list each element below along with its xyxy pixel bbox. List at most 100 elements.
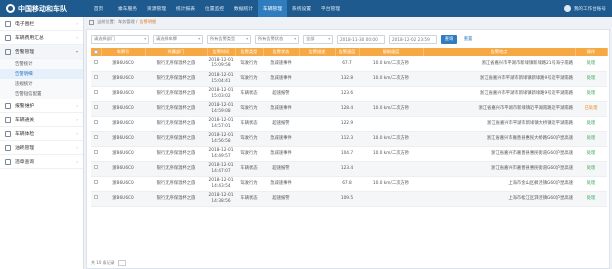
table-cell: 上海市金山区枫泾镇G60沪昆高速 [423, 176, 575, 192]
row-checkbox-cell [91, 131, 101, 147]
process-link[interactable]: 处理 [575, 176, 607, 192]
sidebar-item[interactable]: 报警维护 › [0, 99, 83, 113]
table-row[interactable]: 浙B6U6C0 银行无序保温杯之旅 2018-12-01 15:03:02 车辆状态超… [91, 86, 607, 102]
end-time-input[interactable]: 2018-12-02 23:59 [389, 34, 437, 44]
row-checkbox[interactable] [94, 165, 98, 170]
nav-item[interactable]: 平台管理 [316, 0, 345, 17]
table-row[interactable]: 浙B6U6C0 银行无序保温杯之旅 2018-12-01 14:59:08 驾驶行为急… [91, 101, 607, 117]
row-checkbox[interactable] [94, 150, 98, 155]
sidebar-item[interactable]: 车辆通关 › [0, 113, 83, 127]
menu-icon [5, 20, 11, 27]
table-cell: 急减速事件 [263, 176, 299, 192]
breadcrumb-current[interactable]: 告警明细 [139, 19, 156, 25]
sidebar-item[interactable]: 车辆体检 › [0, 127, 83, 141]
sidebar-subitem[interactable]: 告警短信配置 [0, 89, 83, 99]
table-cell: 2018-12-01 14:59:08 [207, 101, 235, 117]
table-cell: 10.0 km/二次方秒 [359, 146, 423, 162]
menu-icon [5, 116, 11, 123]
nav-item[interactable]: 位置监控 [200, 0, 229, 17]
table-cell: 2018-12-01 15:03:02 [207, 86, 235, 102]
sidebar-item[interactable]: 油耗管理 › [0, 141, 83, 155]
sidebar-item[interactable]: 告警管理 ▾ [0, 45, 83, 59]
row-checkbox[interactable] [94, 195, 98, 200]
nav-item[interactable]: 首页 [84, 0, 113, 17]
table-cell: 浙B6U6C0 [101, 131, 145, 147]
chevron-down-icon: ▾ [144, 37, 146, 41]
filter-bar: 请选择部门 ▾ 请选择车牌 ▾ 所有告警类型 ▾ 所有告警状态 ▾ 全部 ▾ 2018-1… [87, 30, 609, 48]
table-cell [299, 86, 335, 102]
nav-item[interactable]: 系统设置 [287, 0, 316, 17]
chevron-down-icon: ▾ [294, 37, 296, 41]
table-row[interactable]: 浙B6U6C0 银行无序保温杯之旅 2018-12-01 15:09:58 驾驶行为急… [91, 56, 607, 72]
alarm-state-select[interactable]: 所有告警状态 ▾ [255, 34, 299, 44]
table-row[interactable]: 浙B6U6C0 银行无序保温杯之旅 2018-12-01 14:49:57 驾驶行为急… [91, 146, 607, 162]
row-checkbox[interactable] [94, 105, 98, 110]
table-cell: 超速报警 [263, 191, 299, 207]
brand[interactable]: 中国移动和车队 [0, 0, 84, 17]
table-row[interactable]: 浙B6U6C0 银行无序保温杯之旅 2018-12-01 15:04:41 驾驶行为急… [91, 71, 607, 87]
process-link[interactable]: 处理 [575, 191, 607, 207]
row-checkbox[interactable] [94, 60, 98, 65]
table-cell [359, 191, 423, 207]
nav-item[interactable]: 统计报表 [171, 0, 200, 17]
sidebar-subitem[interactable]: 告警明细 [0, 69, 83, 79]
process-link[interactable]: 已处理 [575, 101, 607, 117]
row-checkbox-cell [91, 71, 101, 87]
table-cell: 浙B6U6C0 [101, 161, 145, 177]
row-checkbox-cell [91, 191, 101, 207]
table-cell: 67.7 [335, 56, 359, 72]
table-cell: 上海市松江区泗泾镇G60沪昆高速 [423, 191, 575, 207]
select-all-checkbox[interactable] [93, 49, 98, 54]
nav-item[interactable]: 乘车服务 [113, 0, 142, 17]
chevron-right-icon: › [76, 21, 78, 26]
sidebar-item[interactable]: 车辆费用汇总 › [0, 31, 83, 45]
table-row[interactable]: 浙B6U6C0 银行无序保温杯之旅 2018-12-01 14:57:01 车辆状态超… [91, 116, 607, 132]
table-row[interactable]: 浙B6U6C0 银行无序保温杯之旅 2018-12-01 14:43:54 驾驶行为急… [91, 176, 607, 192]
user-menu[interactable]: 我的工作台账号 [563, 0, 606, 17]
nav-item[interactable]: 数据统计 [229, 0, 258, 17]
row-checkbox[interactable] [94, 120, 98, 125]
process-link[interactable]: 处理 [575, 116, 607, 132]
search-button[interactable]: 查询 [441, 34, 457, 44]
table-cell: 急减速事件 [263, 131, 299, 147]
table-cell: 超速报警 [263, 86, 299, 102]
chevron-down-icon: ▾ [75, 49, 78, 54]
table-row[interactable]: 浙B6U6C0 银行无序保温杯之旅 2018-12-01 14:47:07 车辆状态超… [91, 161, 607, 177]
alarm-type-select[interactable]: 所有告警类型 ▾ [207, 34, 251, 44]
process-link[interactable]: 处理 [575, 161, 607, 177]
row-checkbox[interactable] [94, 135, 98, 140]
process-link[interactable]: 处理 [575, 131, 607, 147]
sidebar-item[interactable]: 违章查询 › [0, 155, 83, 169]
process-link[interactable]: 处理 [575, 86, 607, 102]
start-time-input[interactable]: 2018-11-30 00:00 [337, 34, 385, 44]
row-checkbox[interactable] [94, 75, 98, 80]
plate-select[interactable]: 请选择车牌 ▾ [153, 34, 203, 44]
nav-item[interactable]: 车辆管理 [258, 0, 287, 17]
table-cell: 104.7 [335, 146, 359, 162]
process-link[interactable]: 处理 [575, 56, 607, 72]
user-avatar-icon [563, 5, 571, 12]
process-link[interactable]: 处理 [575, 146, 607, 162]
table-cell [299, 71, 335, 87]
nav-item[interactable]: 资源管理 [142, 0, 171, 17]
table-row[interactable]: 浙B6U6C0 银行无序保温杯之旅 2018-12-01 14:56:58 驾驶行为急… [91, 131, 607, 147]
table-cell: 车辆状态 [235, 86, 263, 102]
page-size-select[interactable] [117, 260, 126, 266]
dept-select[interactable]: 请选择部门 ▾ [91, 34, 149, 44]
all-select[interactable]: 全部 ▾ [303, 34, 333, 44]
sidebar-subitem[interactable]: 告警统计 [0, 59, 83, 69]
sidebar-item-label: 车辆体检 [15, 132, 35, 137]
table-row[interactable]: 浙B6U6C0 银行无序保温杯之旅 2018-12-01 14:38:56 车辆状态超… [91, 191, 607, 207]
sidebar: 电子围栏 › 车辆费用汇总 › 告警管理 ▾ 告警统计 告警明细 违规统计 告警短信配置 报警维护 ›… [0, 17, 84, 269]
table-cell: 银行无序保温杯之旅 [145, 191, 207, 207]
sidebar-item[interactable]: 电子围栏 › [0, 17, 83, 31]
row-checkbox-cell [91, 146, 101, 162]
sidebar-subitem[interactable]: 违规统计 [0, 79, 83, 89]
row-checkbox[interactable] [94, 90, 98, 95]
column-header: 操作 [575, 48, 608, 56]
row-checkbox[interactable] [94, 180, 98, 185]
column-header: 车牌号 [101, 48, 146, 56]
reset-button[interactable]: 重置 [461, 35, 475, 44]
table-cell: 驾驶行为 [235, 146, 263, 162]
process-link[interactable]: 处理 [575, 71, 607, 87]
